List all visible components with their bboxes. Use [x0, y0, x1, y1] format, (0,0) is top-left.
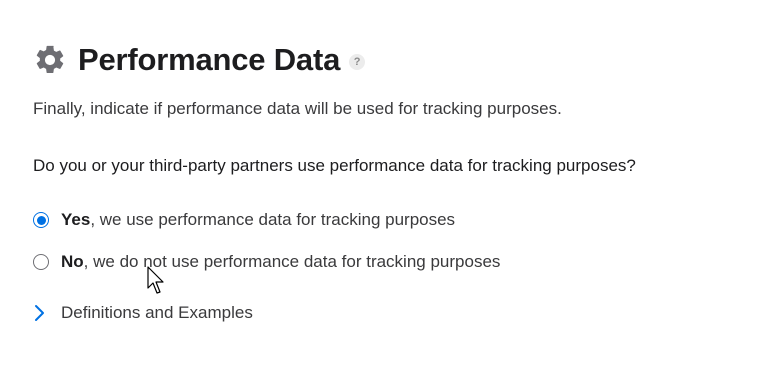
option-no-bold: No — [61, 252, 84, 271]
option-no[interactable]: No, we do not use performance data for t… — [33, 252, 500, 272]
section-header: Performance Data ? — [33, 42, 366, 78]
radio-yes[interactable] — [33, 212, 49, 228]
page-title: Performance Data — [78, 42, 341, 77]
gear-icon — [36, 45, 64, 74]
option-yes-bold: Yes — [61, 210, 91, 229]
disclosure-label: Definitions and Examples — [61, 303, 253, 322]
option-yes-label: Yes, we use performance data for trackin… — [61, 210, 455, 230]
question-text: Do you or your third-party partners use … — [33, 156, 636, 175]
definitions-disclosure[interactable]: Definitions and Examples — [33, 303, 253, 323]
radio-no[interactable] — [33, 254, 49, 270]
chevron-right-icon — [35, 305, 44, 321]
option-yes[interactable]: Yes, we use performance data for trackin… — [33, 210, 455, 230]
help-icon[interactable]: ? — [349, 53, 366, 70]
mouse-cursor-icon — [147, 266, 164, 294]
intro-text: Finally, indicate if performance data wi… — [33, 99, 562, 118]
option-no-label: No, we do not use performance data for t… — [61, 252, 500, 272]
radio-selected-dot — [36, 215, 46, 225]
option-yes-rest: , we use performance data for tracking p… — [90, 210, 456, 229]
